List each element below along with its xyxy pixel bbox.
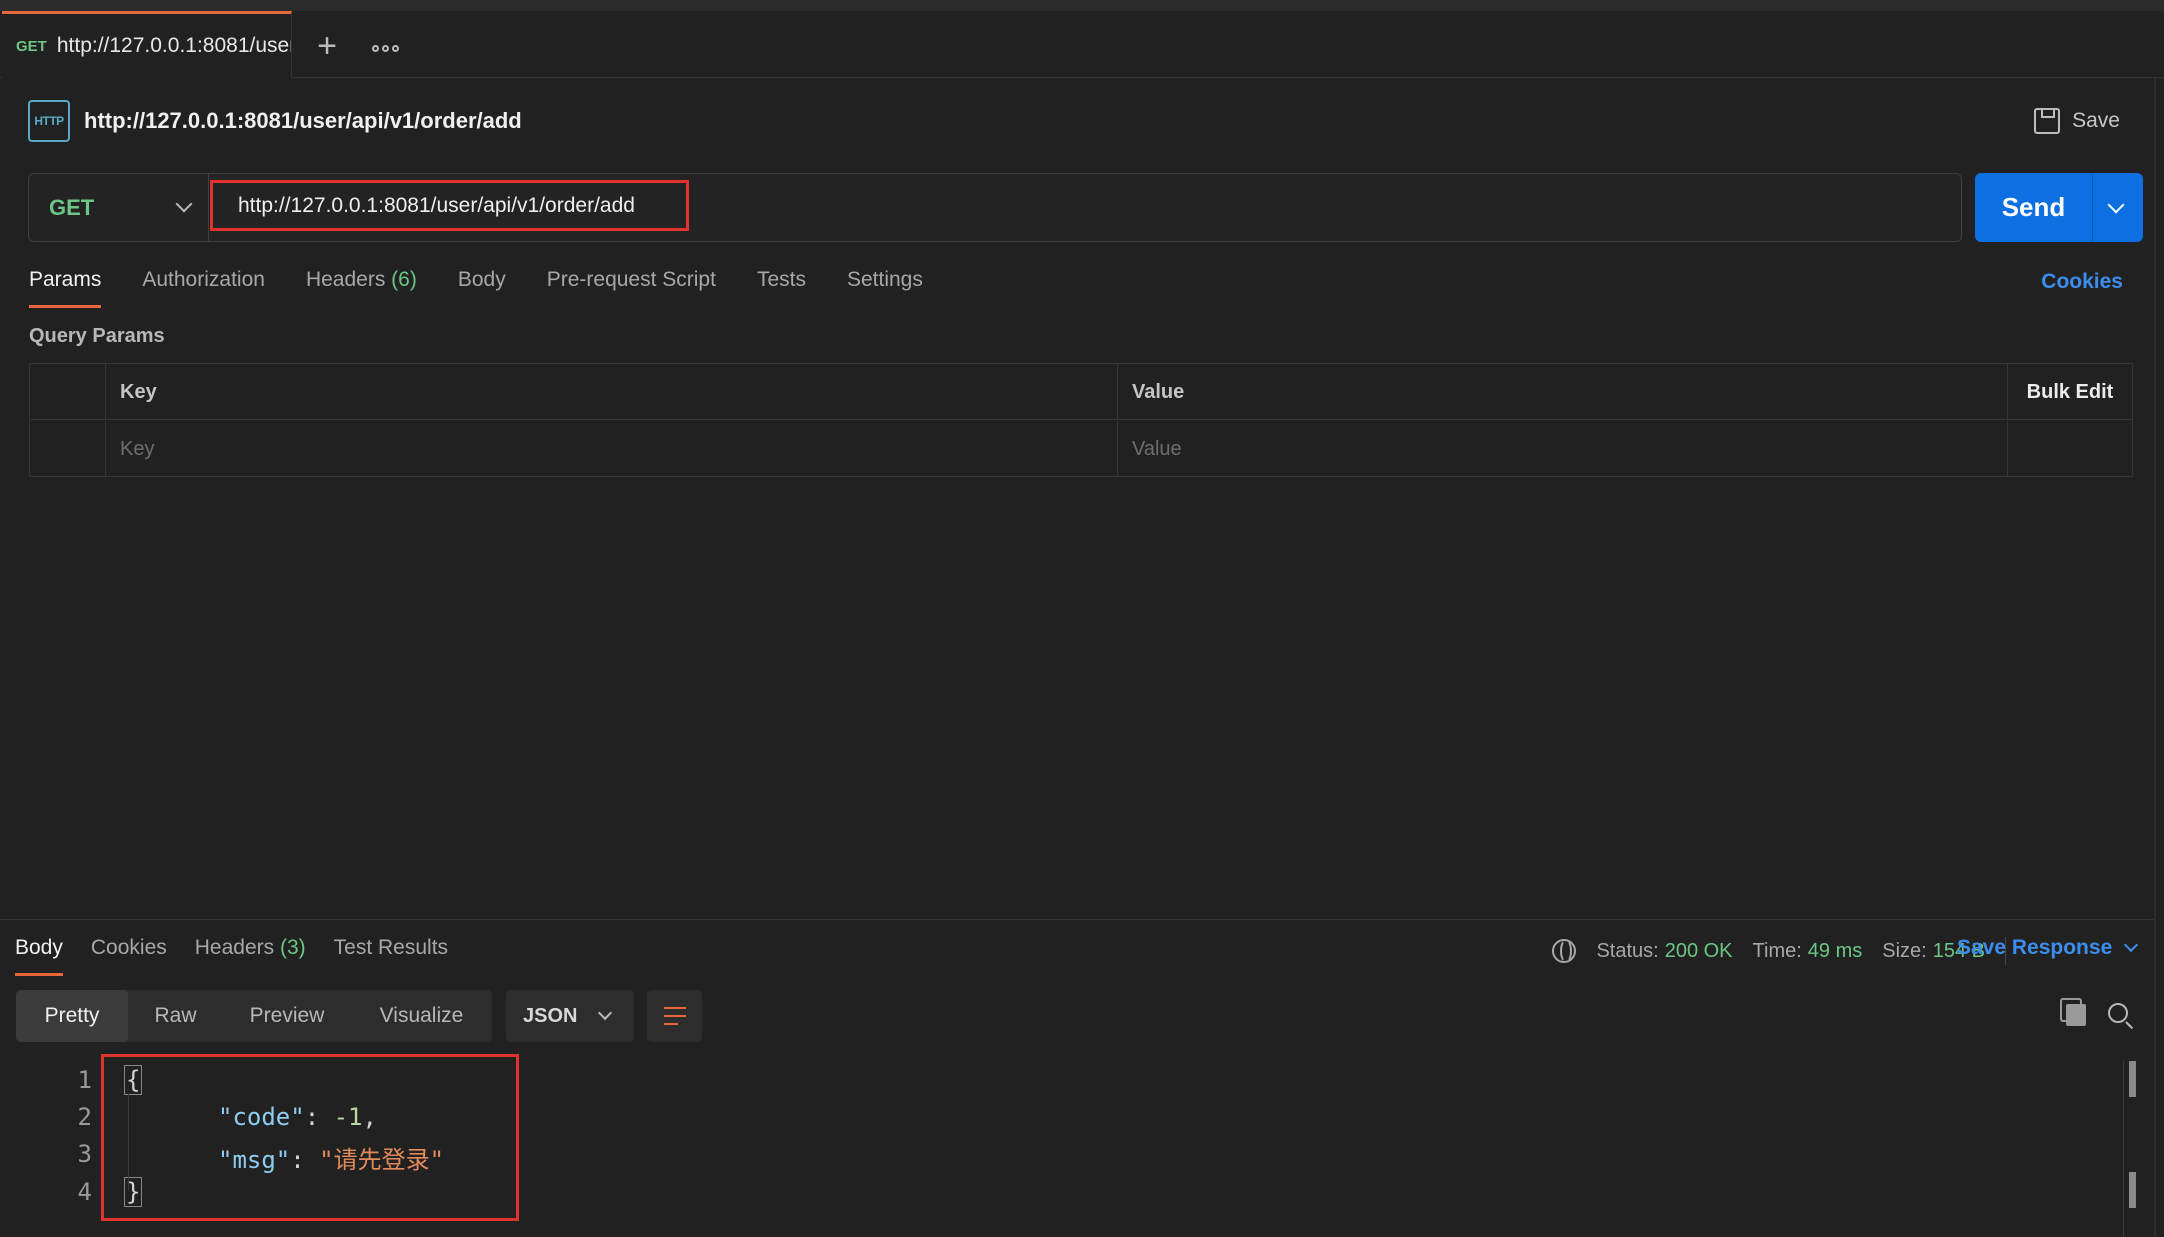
url-bar: GET http://127.0.0.1:8081/user/api/v1/or… [28,173,1962,242]
save-button[interactable]: Save [2034,104,2120,138]
time-label: Time: [1752,939,1802,962]
status-label: Status: [1596,939,1659,962]
globe-icon[interactable] [1552,939,1577,963]
tab-headers-count: (6) [391,268,417,291]
format-value: JSON [523,1004,578,1027]
new-tab-icon[interactable]: + [312,29,342,63]
response-tab-cookies[interactable]: Cookies [91,936,167,976]
tab-headers[interactable]: Headers (6) [306,268,417,308]
chevron-down-icon [175,195,193,213]
chevron-down-icon [597,1005,613,1021]
save-icon [2034,108,2061,134]
send-button[interactable]: Send [1975,173,2143,242]
key-input[interactable]: Key [106,421,1118,477]
tab-tests[interactable]: Tests [757,268,806,308]
save-label: Save [2072,109,2120,132]
request-tab[interactable]: GET http://127.0.0.1:8081/user/ [2,11,292,78]
size-label: Size: [1882,939,1927,962]
response-tabs: Body Cookies Headers (3) Test Results [15,936,476,976]
method-select[interactable]: GET [29,174,209,241]
cookies-link[interactable]: Cookies [2041,270,2123,294]
time-value[interactable]: 49 ms [1808,940,1862,963]
line-number: 4 [77,1178,92,1206]
response-tab-test-results[interactable]: Test Results [334,936,448,976]
response-tab-headers[interactable]: Headers (3) [195,936,306,976]
key-column-header: Key [106,364,1118,420]
more-options-icon[interactable] [372,41,404,55]
response-tab-headers-label: Headers [194,936,275,959]
url-input[interactable]: http://127.0.0.1:8081/user/api/v1/order/… [210,180,689,231]
status-value[interactable]: 200 OK [1665,940,1733,963]
value-column-header: Value [1118,364,2008,420]
tab-strip: GET http://127.0.0.1:8081/user/ + [0,0,2164,78]
save-response-label: Save Response [1957,936,2113,959]
view-visualize[interactable]: Visualize [351,990,492,1042]
query-params-table: Key Value Bulk Edit Key Value [29,363,2133,477]
row-actions-cell [2008,421,2132,477]
view-preview[interactable]: Preview [223,990,351,1042]
request-tabs: Params Authorization Headers (6) Body Pr… [29,268,964,308]
tab-pre-request-script[interactable]: Pre-request Script [547,268,716,308]
response-tab-headers-count: (3) [279,936,306,959]
format-select[interactable]: JSON [506,990,634,1042]
line-number: 3 [77,1140,92,1168]
value-input[interactable]: Value [1118,421,2008,477]
table-row: Key Value [30,421,2132,477]
bulk-edit-button[interactable]: Bulk Edit [2008,364,2132,420]
send-divider [2092,173,2093,242]
query-params-heading: Query Params [29,325,165,347]
response-tab-body[interactable]: Body [15,936,63,976]
scrollbar-thumb[interactable] [2129,1172,2136,1208]
response-meta: Status: 200 OK Time: 49 ms Size: 154 B [1552,936,2024,966]
request-title[interactable]: http://127.0.0.1:8081/user/api/v1/order/… [84,108,522,134]
line-number: 2 [77,1103,92,1131]
save-response-button[interactable]: Save Response [1957,936,2139,960]
request-header: HTTP http://127.0.0.1:8081/user/api/v1/o… [28,100,522,142]
send-options-chevron-icon[interactable] [2107,196,2125,213]
table-header-row: Key Value Bulk Edit [30,364,2132,420]
tab-url: http://127.0.0.1:8081/user/ [56,34,292,57]
http-icon: HTTP [28,100,70,142]
send-label: Send [2001,192,2066,222]
view-pretty[interactable]: Pretty [16,990,128,1042]
copy-icon[interactable] [2066,1004,2086,1026]
tab-method: GET [16,37,47,55]
view-mode-selector: Pretty Raw Preview Visualize [16,990,492,1042]
panel-divider [2154,78,2156,1237]
line-number: 1 [77,1066,92,1094]
response-divider[interactable] [0,919,2154,920]
checkbox-column [30,364,106,420]
tab-settings[interactable]: Settings [847,268,923,308]
chevron-down-icon [2124,937,2139,953]
row-checkbox-cell [30,421,106,477]
view-raw[interactable]: Raw [128,990,223,1042]
scroll-track [2123,1061,2124,1237]
method-value: GET [49,194,95,220]
tab-params[interactable]: Params [29,268,102,308]
annotation-highlight-box [101,1054,519,1221]
tab-headers-label: Headers [305,268,386,291]
scrollbar-thumb[interactable] [2129,1061,2136,1097]
search-icon[interactable] [2108,1003,2128,1023]
tab-body[interactable]: Body [458,268,506,308]
tab-authorization[interactable]: Authorization [142,268,265,308]
wrap-lines-icon[interactable] [647,990,702,1042]
